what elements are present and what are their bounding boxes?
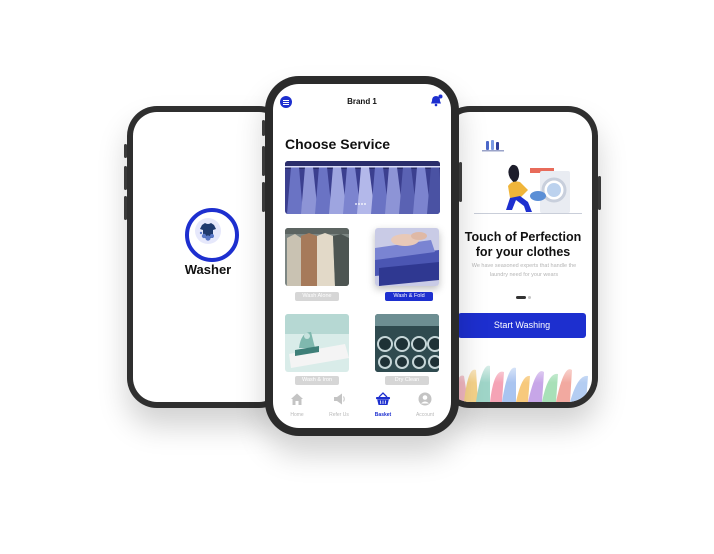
tile-label-wash-fold: Wash & Fold [385, 292, 433, 301]
folded-clothes-photo [375, 228, 439, 286]
megaphone-icon [334, 393, 345, 405]
side-button [262, 146, 265, 176]
onboarding-title-line1: Touch of Perfection [464, 230, 582, 244]
tab-refer-us-label: Refer Us [329, 412, 349, 418]
app-name: Washer [184, 262, 232, 277]
clothes-decor-icon [446, 354, 592, 402]
side-button [124, 196, 127, 220]
onboarding-title-line2: for your clothes [475, 245, 571, 259]
service-tile-wash-iron[interactable] [285, 314, 349, 372]
promo-banner[interactable] [285, 161, 440, 214]
side-button [124, 144, 127, 158]
tab-home-label: Home [290, 412, 304, 418]
bottom-tab-bar: Home Refer Us Basket Account [273, 392, 451, 422]
tab-refer-us[interactable]: Refer Us [321, 392, 357, 418]
home-icon [291, 393, 303, 405]
onboarding-title: Touch of Perfection for your clothes [460, 230, 586, 260]
service-tile-dry-clean[interactable] [375, 314, 439, 372]
pager-dots [516, 296, 536, 299]
side-button [598, 176, 601, 210]
basket-icon [376, 392, 390, 405]
tab-basket-label: Basket [374, 412, 392, 418]
tab-basket[interactable]: Basket [365, 392, 401, 418]
phone-onboarding: Touch of Perfection for your clothes We … [440, 106, 601, 408]
bell-icon[interactable] [430, 94, 443, 107]
tile-label-wash-alone: Wash Alone [295, 292, 339, 301]
side-button [124, 166, 127, 190]
pager-dot-active [516, 296, 526, 299]
account-icon [418, 392, 432, 406]
side-button [262, 182, 265, 212]
onboarding-screen: Touch of Perfection for your clothes We … [446, 112, 592, 402]
iron-photo [285, 314, 349, 372]
brand-title: Brand 1 [347, 97, 377, 106]
tab-account-label: Account [415, 412, 435, 418]
tab-home[interactable]: Home [279, 392, 315, 418]
tile-label-dry-clean: Dry Clean [385, 376, 429, 385]
service-tile-wash-fold[interactable] [375, 228, 439, 286]
side-button [262, 120, 265, 136]
service-tile-wash-alone[interactable] [285, 228, 349, 286]
tile-label-wash-iron: Wash & Iron [295, 376, 339, 385]
phone-service: Brand 1 Choose Service Wash Alone Wash &… [262, 76, 462, 436]
side-button [459, 162, 462, 202]
start-washing-button[interactable]: Start Washing [458, 313, 586, 338]
service-screen: Brand 1 Choose Service Wash Alone Wash &… [273, 84, 451, 428]
washing-machines-photo [375, 314, 439, 372]
section-title: Choose Service [285, 136, 391, 152]
onboarding-description: We have seasoned experts that handle the… [471, 263, 577, 278]
pager-dot [528, 296, 531, 299]
laundry-illustration-icon [474, 140, 582, 214]
tshirts-photo [285, 228, 349, 286]
banner-pager [355, 192, 367, 210]
washer-logo-icon [185, 208, 239, 262]
splash-screen: Washer [133, 112, 283, 402]
tab-account[interactable]: Account [407, 392, 443, 418]
